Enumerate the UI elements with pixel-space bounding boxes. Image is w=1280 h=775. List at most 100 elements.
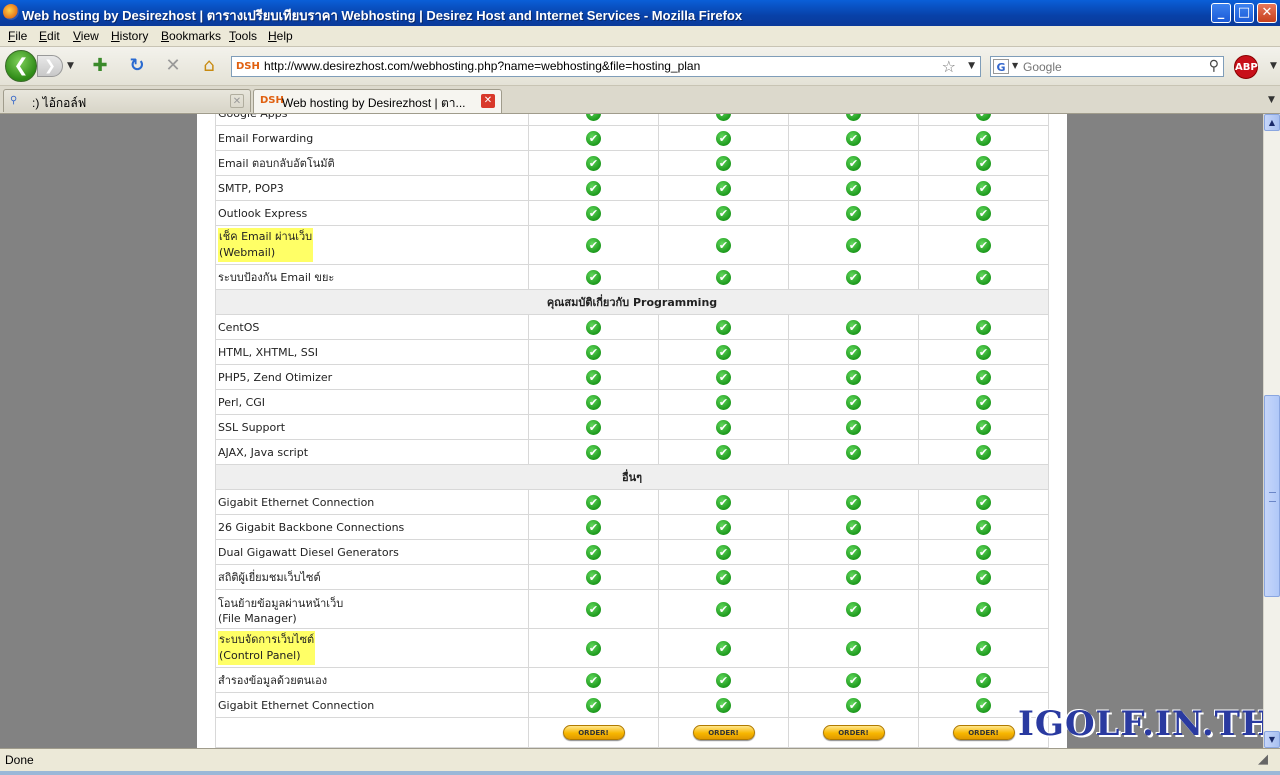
tab-list-dropdown-icon[interactable]: ▼ [1268, 95, 1275, 105]
resize-grip-icon[interactable]: ◢ [1258, 752, 1268, 767]
section-header-other: อื่นๆ [215, 464, 1049, 490]
plan-1-cell: ✔ [528, 692, 659, 718]
plan-2-cell: ✔ [658, 264, 789, 290]
plan-4-cell: ✔ [918, 389, 1049, 415]
tab-favicon-search-icon: ⚲ [10, 95, 18, 106]
back-button[interactable]: ❮ [5, 50, 37, 82]
tab-desirezhost[interactable]: DSH Web hosting by Desirezhost | ตา... ✕ [253, 89, 502, 113]
checkmark-icon: ✔ [846, 155, 861, 171]
checkmark-icon: ✔ [976, 672, 991, 688]
feature-label: SSL Support [218, 420, 286, 434]
checkmark-icon: ✔ [846, 519, 861, 535]
email-feature-row: Google Apps ✔ ✔ ✔ ✔ [215, 114, 1049, 126]
feature-label-cell: SMTP, POP3 [215, 175, 529, 201]
adblock-icon[interactable]: ABP [1234, 55, 1258, 79]
feature-label-cell: Google Apps [215, 114, 529, 126]
plan-2-cell: ✔ [658, 439, 789, 465]
email-feature-row: Outlook Express ✔ ✔ ✔ ✔ [215, 200, 1049, 226]
search-box[interactable]: G ▼ ⚲ [990, 56, 1224, 77]
plan-4-cell: ✔ [918, 589, 1049, 629]
checkmark-icon: ✔ [586, 155, 601, 171]
menu-file[interactable]: File [8, 29, 27, 43]
order-button-plan-2[interactable]: ORDER! [692, 725, 755, 740]
plan-2-cell: ✔ [658, 564, 789, 590]
programming-feature-row: Perl, CGI ✔ ✔ ✔ ✔ [215, 389, 1049, 415]
search-engine-dropdown-icon[interactable]: ▼ [1012, 61, 1018, 70]
feature-label-cell: Email Forwarding [215, 125, 529, 151]
email-features: Google Apps✔✔✔✔Email Forwarding✔✔✔✔Email… [215, 114, 1049, 290]
checkmark-icon: ✔ [976, 155, 991, 171]
url-text[interactable]: http://www.desirezhost.com/webhosting.ph… [264, 59, 700, 73]
plan-2-cell: ✔ [658, 539, 789, 565]
url-dropdown-icon[interactable]: ▼ [968, 61, 975, 71]
programming-section: คุณสมบัติเกี่ยวกับ Programming [215, 289, 1049, 315]
plan-1-cell: ✔ [528, 628, 659, 668]
checkmark-icon: ✔ [846, 494, 861, 510]
history-dropdown-icon[interactable]: ▼ [67, 61, 74, 71]
order-button-plan-1[interactable]: ORDER! [562, 725, 625, 740]
tab-close-icon[interactable]: ✕ [230, 94, 244, 108]
checkmark-icon: ✔ [976, 114, 991, 121]
programming-features: CentOS ✔ ✔ ✔ ✔ HTML, XHTML, SSI ✔ ✔ ✔ ✔ PHP5, Zend… [215, 314, 1049, 465]
plan-3-cell: ✔ [788, 489, 919, 515]
order-button-plan-3[interactable]: ORDER! [822, 725, 885, 740]
forward-arrow-icon: ❯ [44, 58, 56, 74]
plan-2-cell: ✔ [658, 414, 789, 440]
tab-label: :) ไอ้กอล์ฟ [32, 96, 87, 110]
tab-close-icon[interactable]: ✕ [481, 94, 495, 108]
stop-icon[interactable]: ✕ [162, 56, 184, 76]
menu-tools[interactable]: Tools [229, 29, 257, 43]
vertical-scrollbar[interactable]: ▲ ▼ [1263, 114, 1280, 748]
menu-bookmarks[interactable]: Bookmarks [161, 29, 221, 43]
feature-label-cell: CentOS [215, 314, 529, 340]
reload-icon[interactable]: ↻ [126, 56, 148, 76]
feature-label: โอนย้ายข้อมูลผ่านหน้าเว็บ (File Manager) [218, 597, 343, 625]
minimize-button[interactable]: _ [1211, 3, 1231, 23]
checkmark-icon: ✔ [846, 569, 861, 585]
order-button-plan-4[interactable]: ORDER! [952, 725, 1015, 740]
plan-1-cell: ✔ [528, 539, 659, 565]
feature-label-cell: AJAX, Java script [215, 439, 529, 465]
plan-1-cell: ✔ [528, 667, 659, 693]
programming-feature-row: PHP5, Zend Otimizer ✔ ✔ ✔ ✔ [215, 364, 1049, 390]
adblock-dropdown-icon[interactable]: ▼ [1270, 61, 1277, 71]
close-window-button[interactable]: ✕ [1257, 3, 1277, 23]
maximize-button[interactable]: □ [1234, 3, 1254, 23]
new-tab-icon[interactable]: ✚ [89, 56, 111, 76]
scrollbar-thumb[interactable] [1264, 395, 1280, 597]
search-input[interactable] [1023, 58, 1193, 75]
feature-label: AJAX, Java script [218, 445, 309, 459]
checkmark-icon: ✔ [976, 419, 991, 435]
tab-igolf[interactable]: ⚲ :) ไอ้กอล์ฟ ✕ [3, 89, 251, 112]
search-engine-icon[interactable]: G [993, 59, 1009, 74]
search-icon[interactable]: ⚲ [1209, 58, 1219, 74]
checkmark-icon: ✔ [846, 130, 861, 146]
checkmark-icon: ✔ [846, 269, 861, 285]
address-bar[interactable]: DSH http://www.desirezhost.com/webhostin… [231, 56, 981, 77]
feature-label-line: (Webmail) [219, 246, 276, 259]
home-icon[interactable]: ⌂ [198, 56, 220, 76]
plan-3-cell: ✔ [788, 175, 919, 201]
order-row-group: ORDER! ORDER! ORDER! ORDER! [215, 717, 1049, 748]
checkmark-icon: ✔ [586, 444, 601, 460]
checkmark-icon: ✔ [586, 237, 601, 253]
checkmark-icon: ✔ [586, 601, 601, 617]
order-row: ORDER! ORDER! ORDER! ORDER! [215, 717, 1049, 748]
scroll-up-icon[interactable]: ▲ [1264, 114, 1280, 131]
status-bar: Done ◢ [0, 748, 1280, 775]
checkmark-icon: ✔ [976, 494, 991, 510]
feature-label-cell: สำรองข้อมูลด้วยตนเอง [215, 667, 529, 693]
forward-button[interactable]: ❯ [37, 55, 63, 77]
menu-view[interactable]: View [73, 29, 99, 43]
menu-help[interactable]: Help [268, 29, 293, 43]
menu-edit[interactable]: Edit [39, 29, 60, 43]
scroll-down-icon[interactable]: ▼ [1264, 731, 1280, 748]
checkmark-icon: ✔ [846, 344, 861, 360]
back-arrow-icon: ❮ [13, 55, 29, 76]
menu-history[interactable]: History [111, 29, 148, 43]
feature-label: ระบบป้องกัน Email ขยะ [218, 271, 335, 284]
checkmark-icon: ✔ [716, 180, 731, 196]
checkmark-icon: ✔ [976, 444, 991, 460]
checkmark-icon: ✔ [716, 394, 731, 410]
bookmark-star-icon[interactable]: ☆ [942, 57, 956, 76]
